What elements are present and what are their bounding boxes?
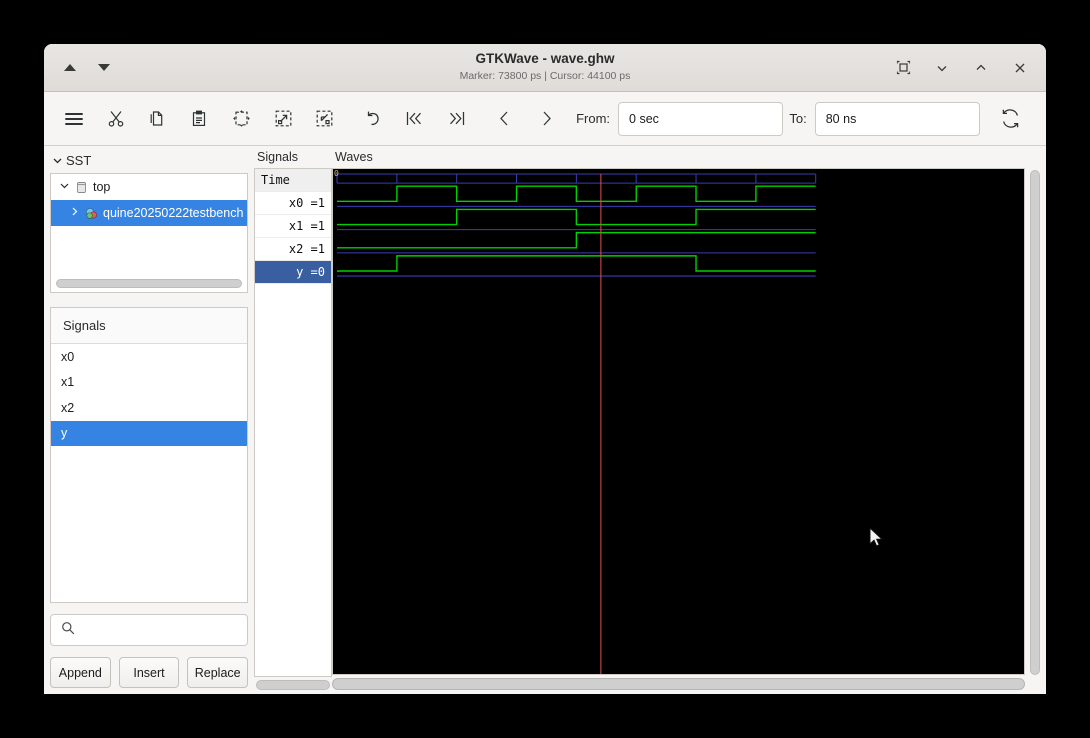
signal-item-x0[interactable]: x0: [51, 344, 247, 370]
go-to-end-icon[interactable]: [439, 101, 475, 137]
gtkwave-window: GTKWave - wave.ghw Marker: 73800 ps | Cu…: [44, 44, 1046, 694]
signal-item-x2[interactable]: x2: [51, 395, 247, 421]
zoom-in-icon[interactable]: [265, 101, 301, 137]
zoom-fit-icon[interactable]: [223, 101, 259, 137]
chevron-down-icon: [52, 155, 63, 166]
sst-tree[interactable]: top quine20250222testbench: [50, 173, 248, 293]
wave-pane: Signals Time x0 =1 x1 =1 x2 =1 y =0 Wave…: [254, 146, 1046, 694]
signal-label: x0: [61, 349, 75, 364]
next-edge-icon[interactable]: [528, 101, 564, 137]
chevron-down-icon[interactable]: [59, 180, 70, 194]
waves-horizontal-scrollbar[interactable]: [332, 678, 1025, 690]
names-horizontal-scrollbar[interactable]: [256, 680, 330, 690]
append-label: Append: [58, 665, 102, 680]
signal-item-y[interactable]: y: [51, 420, 247, 446]
signals-column-label: Signals: [257, 150, 298, 164]
waveform-plot: 0: [334, 169, 817, 674]
paste-icon[interactable]: [182, 101, 218, 137]
append-button[interactable]: Append: [50, 657, 111, 688]
left-pane: SST top quine20250222testbench Signals x…: [44, 146, 254, 694]
from-label: From:: [576, 111, 611, 126]
sst-header[interactable]: SST: [50, 150, 248, 170]
chevron-up-icon[interactable]: [973, 60, 989, 76]
tree-item-label: top: [93, 180, 111, 194]
restore-icon[interactable]: [895, 60, 911, 76]
signal-label: x1: [61, 375, 75, 390]
to-label: To:: [789, 111, 807, 126]
title-bar: GTKWave - wave.ghw Marker: 73800 ps | Cu…: [44, 44, 1046, 92]
from-input[interactable]: 0 sec: [618, 101, 784, 136]
replace-button[interactable]: Replace: [187, 657, 249, 688]
main-body: SST top quine20250222testbench Signals x…: [44, 146, 1046, 694]
insert-label: Insert: [133, 665, 165, 680]
go-to-start-icon[interactable]: [397, 101, 433, 137]
chevron-right-icon[interactable]: [69, 206, 80, 220]
signals-list-header: Signals: [51, 308, 247, 344]
signal-action-buttons: Append Insert Replace: [50, 657, 249, 688]
wave-name-x0[interactable]: x0 =1: [255, 192, 331, 215]
tree-item-testbench[interactable]: quine20250222testbench: [51, 200, 247, 226]
wave-name-x1[interactable]: x1 =1: [255, 215, 331, 238]
tree-horizontal-scrollbar[interactable]: [56, 279, 242, 288]
module-icon: [75, 181, 88, 194]
signal-label: x2: [61, 400, 75, 415]
search-icon: [61, 621, 75, 640]
signal-item-x1[interactable]: x1: [51, 370, 247, 396]
signals-list-panel: Signals x0 x1 x2 y: [50, 307, 248, 603]
to-input[interactable]: 80 ns: [814, 101, 981, 136]
main-toolbar: From: 0 sec To: 80 ns: [44, 92, 1046, 146]
triangle-up-icon[interactable]: [64, 64, 76, 71]
wave-name-y[interactable]: y =0: [255, 261, 331, 284]
close-icon[interactable]: [1012, 60, 1028, 76]
reload-icon[interactable]: [992, 101, 1028, 137]
insert-button[interactable]: Insert: [118, 657, 180, 688]
signal-names-column: Signals Time x0 =1 x1 =1 x2 =1 y =0: [254, 150, 332, 690]
triangle-down-icon[interactable]: [98, 64, 110, 71]
waves-column: Waves 0: [332, 150, 1042, 690]
signal-names-box[interactable]: Time x0 =1 x1 =1 x2 =1 y =0: [254, 168, 332, 677]
time-row-label: Time: [255, 169, 331, 192]
wave-canvas[interactable]: 0: [332, 168, 1025, 675]
window-controls: [895, 60, 1036, 76]
zoom-out-icon[interactable]: [307, 101, 343, 137]
waves-vertical-scroll-thumb[interactable]: [1030, 170, 1040, 675]
from-value: 0 sec: [629, 111, 659, 126]
previous-edge-icon[interactable]: [486, 101, 522, 137]
instance-icon: [85, 207, 98, 220]
waves-wrap: 0: [332, 168, 1042, 675]
tree-item-label: quine20250222testbench: [103, 206, 244, 220]
tree-item-top[interactable]: top: [51, 174, 247, 200]
search-field[interactable]: [50, 614, 248, 646]
svg-text:0: 0: [334, 169, 339, 178]
waves-column-label: Waves: [335, 150, 373, 164]
sst-label: SST: [66, 152, 92, 168]
cut-icon[interactable]: [98, 101, 134, 137]
copy-icon[interactable]: [140, 101, 176, 137]
waves-vertical-scrollbar[interactable]: [1028, 168, 1042, 675]
wave-name-x2[interactable]: x2 =1: [255, 238, 331, 261]
wave-pane-top: Signals Time x0 =1 x1 =1 x2 =1 y =0 Wave…: [254, 150, 1042, 690]
to-value: 80 ns: [825, 111, 857, 126]
replace-label: Replace: [194, 665, 241, 680]
chevron-down-icon[interactable]: [934, 60, 950, 76]
menu-icon[interactable]: [56, 101, 92, 137]
undo-icon[interactable]: [355, 101, 391, 137]
wave-names-empty-space: [255, 284, 331, 676]
signal-label: y: [61, 426, 68, 441]
titlebar-nav-group: [54, 64, 110, 71]
